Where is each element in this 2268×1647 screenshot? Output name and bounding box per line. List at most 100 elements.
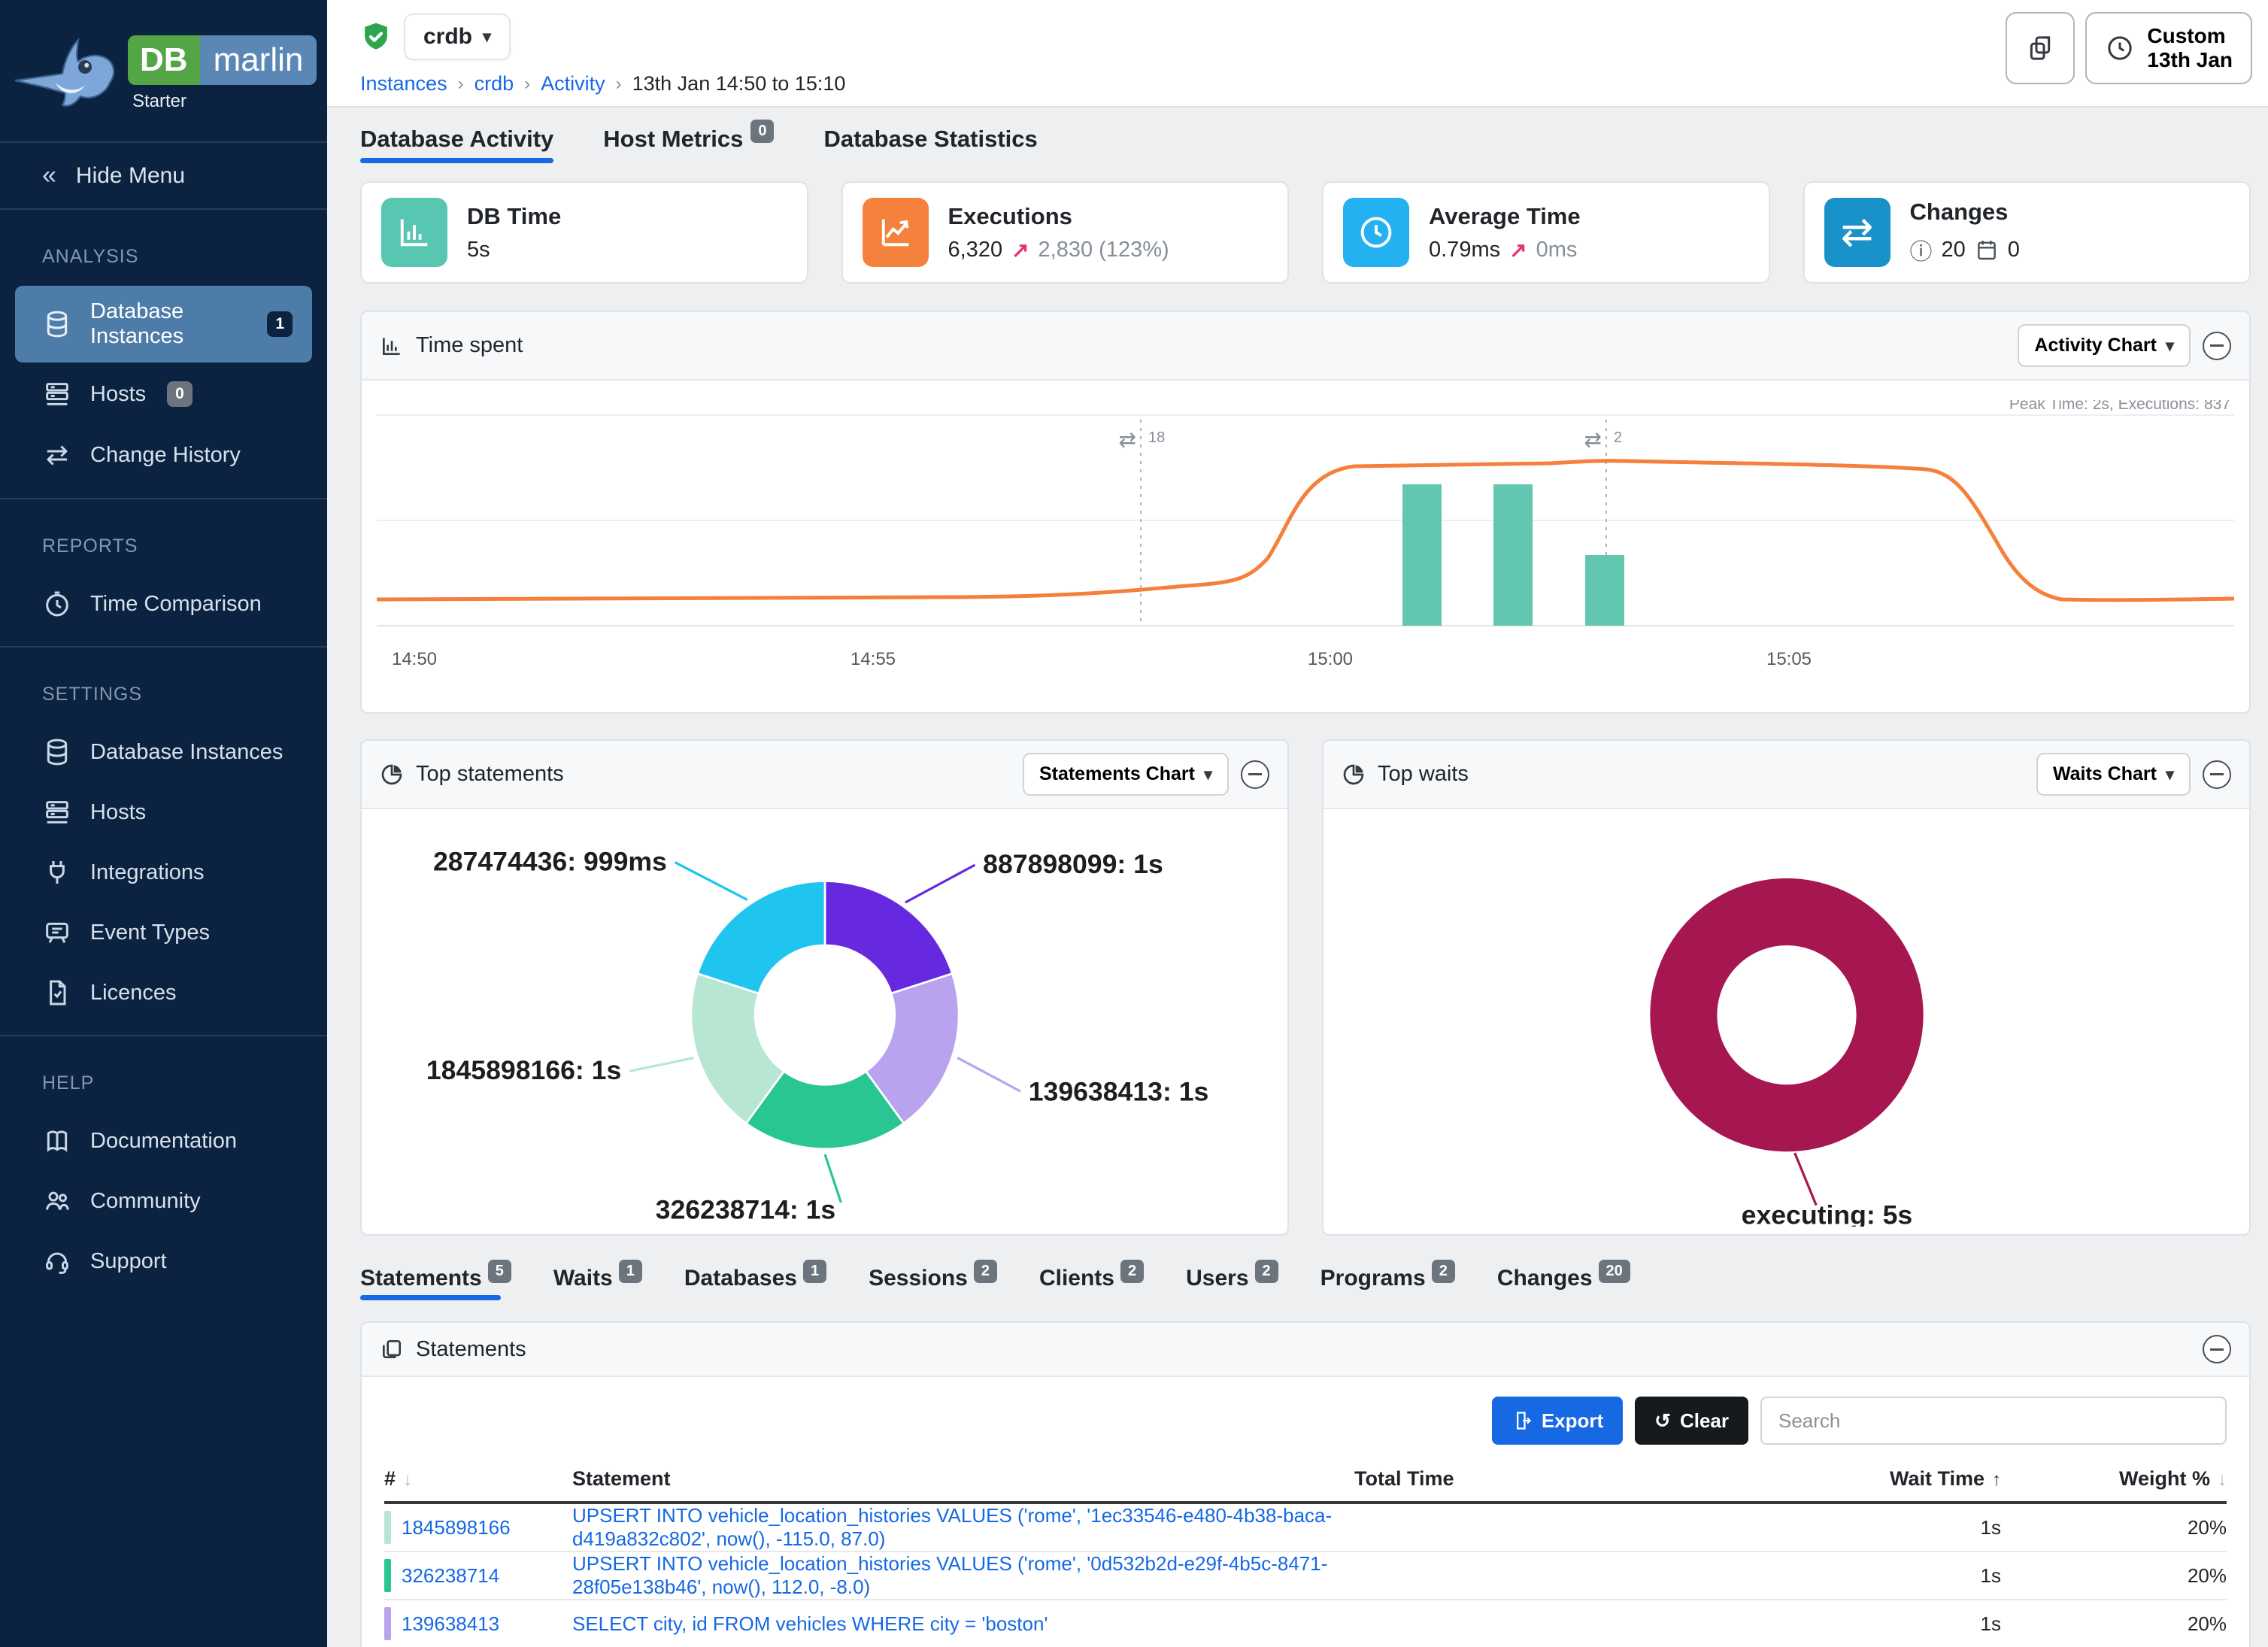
time-range-button[interactable]: Custom 13th Jan [2085, 12, 2252, 84]
tab-users[interactable]: Users2 [1186, 1266, 1278, 1300]
db-time-line[interactable] [377, 461, 2234, 600]
tab-statements[interactable]: Statements5 [360, 1266, 511, 1300]
statements-donut: 887898099: 1s 139638413: 1s 326238714: 1… [362, 809, 1287, 1234]
copy-link-button[interactable] [2006, 12, 2075, 84]
clock-icon [1343, 198, 1409, 267]
sidebar-item-settings-database-instances[interactable]: Database Instances [15, 723, 312, 781]
statement-id-link[interactable]: 1845898166 [402, 1516, 511, 1539]
count-badge: 2 [974, 1260, 997, 1283]
executions-bar[interactable] [1585, 555, 1624, 626]
breadcrumb-crdb[interactable]: crdb [475, 72, 514, 96]
line-chart-icon [863, 198, 929, 267]
server-icon [42, 797, 72, 827]
instance-selector[interactable]: crdb ▾ [404, 14, 511, 60]
card-db-time: DB Time 5s [360, 181, 808, 284]
section-reports: REPORTS [0, 522, 327, 572]
donut-slice-287474436[interactable] [697, 881, 824, 993]
sidebar-item-label: Community [90, 1189, 201, 1214]
tab-database-activity[interactable]: Database Activity [360, 126, 553, 163]
collapse-icon[interactable] [2203, 760, 2231, 789]
col-weight[interactable]: Weight %↓ [2001, 1467, 2227, 1491]
activity-chart-select[interactable]: Activity Chart ▾ [2018, 324, 2191, 367]
sidebar-item-time-comparison[interactable]: Time Comparison [15, 575, 312, 632]
sidebar-item-integrations[interactable]: Integrations [15, 844, 312, 901]
count-badge: 0 [167, 381, 193, 407]
sidebar-item-change-history[interactable]: ⇄ Change History [15, 426, 312, 484]
sidebar-item-hosts[interactable]: Hosts 0 [15, 365, 312, 423]
card-title: DB Time [467, 203, 561, 230]
time-range-custom: Custom [2147, 24, 2225, 47]
statement-link[interactable]: UPSERT INTO vehicle_location_histories V… [572, 1504, 1354, 1551]
tab-programs[interactable]: Programs2 [1320, 1266, 1455, 1300]
executions-bar[interactable] [1493, 484, 1533, 626]
col-statement[interactable]: Statement [572, 1467, 1354, 1491]
statement-link[interactable]: UPSERT INTO vehicle_location_histories V… [572, 1552, 1354, 1599]
slice-label: executing: 5s [1741, 1200, 1912, 1227]
sidebar-item-support[interactable]: Support [15, 1233, 312, 1290]
count-badge: 0 [750, 120, 774, 143]
changes-info-count: 20 [1942, 238, 1966, 262]
count-badge: 2 [1120, 1260, 1144, 1283]
tab-sessions[interactable]: Sessions2 [869, 1266, 997, 1300]
count-badge: 2 [1255, 1260, 1278, 1283]
undo-icon: ↺ [1654, 1409, 1671, 1433]
card-delta: 2,830 (123%) [1038, 238, 1169, 262]
headset-icon [42, 1246, 72, 1276]
time-spent-panel: Time spent Activity Chart ▾ Peak Time: 2… [360, 311, 2251, 714]
sidebar-item-licences[interactable]: Licences [15, 964, 312, 1021]
tab-host-metrics[interactable]: Host Metrics 0 [603, 126, 774, 163]
sidebar-item-label: Change History [90, 443, 241, 468]
search-input[interactable] [1760, 1397, 2227, 1445]
hide-menu-label: Hide Menu [76, 163, 185, 189]
swap-arrows-icon: ⇄ [1584, 428, 1602, 451]
statements-table: #↓ Statement Total Time Wait Time↑ Weigh… [384, 1467, 2227, 1647]
sidebar-item-settings-hosts[interactable]: Hosts [15, 784, 312, 841]
hide-menu-button[interactable]: « Hide Menu [0, 141, 327, 210]
card-delta: 0ms [1536, 238, 1578, 262]
collapse-icon[interactable] [1241, 760, 1269, 789]
card-changes: ⇄ Changes ⓘ 20 0 [1803, 181, 2251, 284]
sidebar-item-documentation[interactable]: Documentation [15, 1112, 312, 1169]
statement-link[interactable]: SELECT city, id FROM vehicles WHERE city… [572, 1612, 1354, 1636]
col-total-time[interactable]: Total Time [1354, 1467, 1595, 1491]
time-range-date: 13th Jan [2147, 48, 2233, 71]
weight-value: 20% [2001, 1516, 2227, 1539]
collapse-icon[interactable] [2203, 332, 2231, 360]
col-num[interactable]: #↓ [384, 1467, 572, 1491]
clock-icon [2105, 33, 2135, 63]
charts-row: Top statements Statements Chart ▾ [360, 739, 2251, 1236]
card-title: Changes [1910, 199, 2020, 226]
export-button[interactable]: Export [1492, 1397, 1623, 1445]
card-title: Average Time [1429, 203, 1581, 230]
donut-slice-executing[interactable] [1683, 911, 1889, 1118]
activity-chart-svg: Peak Time: 2s, Executions: 837 ⇄ 18 ⇄ 2 … [377, 400, 2234, 701]
tab-changes[interactable]: Changes20 [1497, 1266, 1630, 1300]
change-marker-count: 18 [1148, 429, 1165, 446]
breadcrumb-activity[interactable]: Activity [541, 72, 605, 96]
sidebar-item-database-instances[interactable]: Database Instances 1 [15, 286, 312, 362]
waits-chart-select[interactable]: Waits Chart ▾ [2036, 753, 2191, 796]
donut-slice-887898099[interactable] [825, 881, 952, 993]
clear-button[interactable]: ↺ Clear [1635, 1397, 1748, 1445]
primary-tabs: Database Activity Host Metrics 0 Databas… [360, 126, 2251, 163]
sidebar-item-event-types[interactable]: Event Types [15, 904, 312, 961]
statement-id-link[interactable]: 139638413 [402, 1612, 499, 1636]
tab-label: Host Metrics [603, 126, 743, 153]
collapse-icon[interactable] [2203, 1335, 2231, 1363]
breadcrumb-instances[interactable]: Instances [360, 72, 447, 96]
tab-databases[interactable]: Databases1 [684, 1266, 826, 1300]
executions-bar[interactable] [1402, 484, 1442, 626]
breadcrumb-separator: › [616, 74, 622, 95]
slice-label: 287474436: 999ms [432, 846, 666, 876]
topbar: crdb ▾ Instances › crdb › Activity › 13t… [327, 0, 2268, 108]
tab-waits[interactable]: Waits1 [553, 1266, 642, 1300]
statement-id-link[interactable]: 326238714 [402, 1564, 499, 1588]
tab-clients[interactable]: Clients2 [1039, 1266, 1144, 1300]
time-spent-chart: Peak Time: 2s, Executions: 837 ⇄ 18 ⇄ 2 … [362, 381, 2249, 712]
col-wait-time[interactable]: Wait Time↑ [1595, 1467, 2001, 1491]
statements-chart-select[interactable]: Statements Chart ▾ [1023, 753, 1229, 796]
changes-calendar-count: 0 [2008, 238, 2020, 262]
tab-database-statistics[interactable]: Database Statistics [823, 126, 1037, 163]
sidebar-item-community[interactable]: Community [15, 1172, 312, 1230]
logo-db: DB [128, 35, 200, 85]
